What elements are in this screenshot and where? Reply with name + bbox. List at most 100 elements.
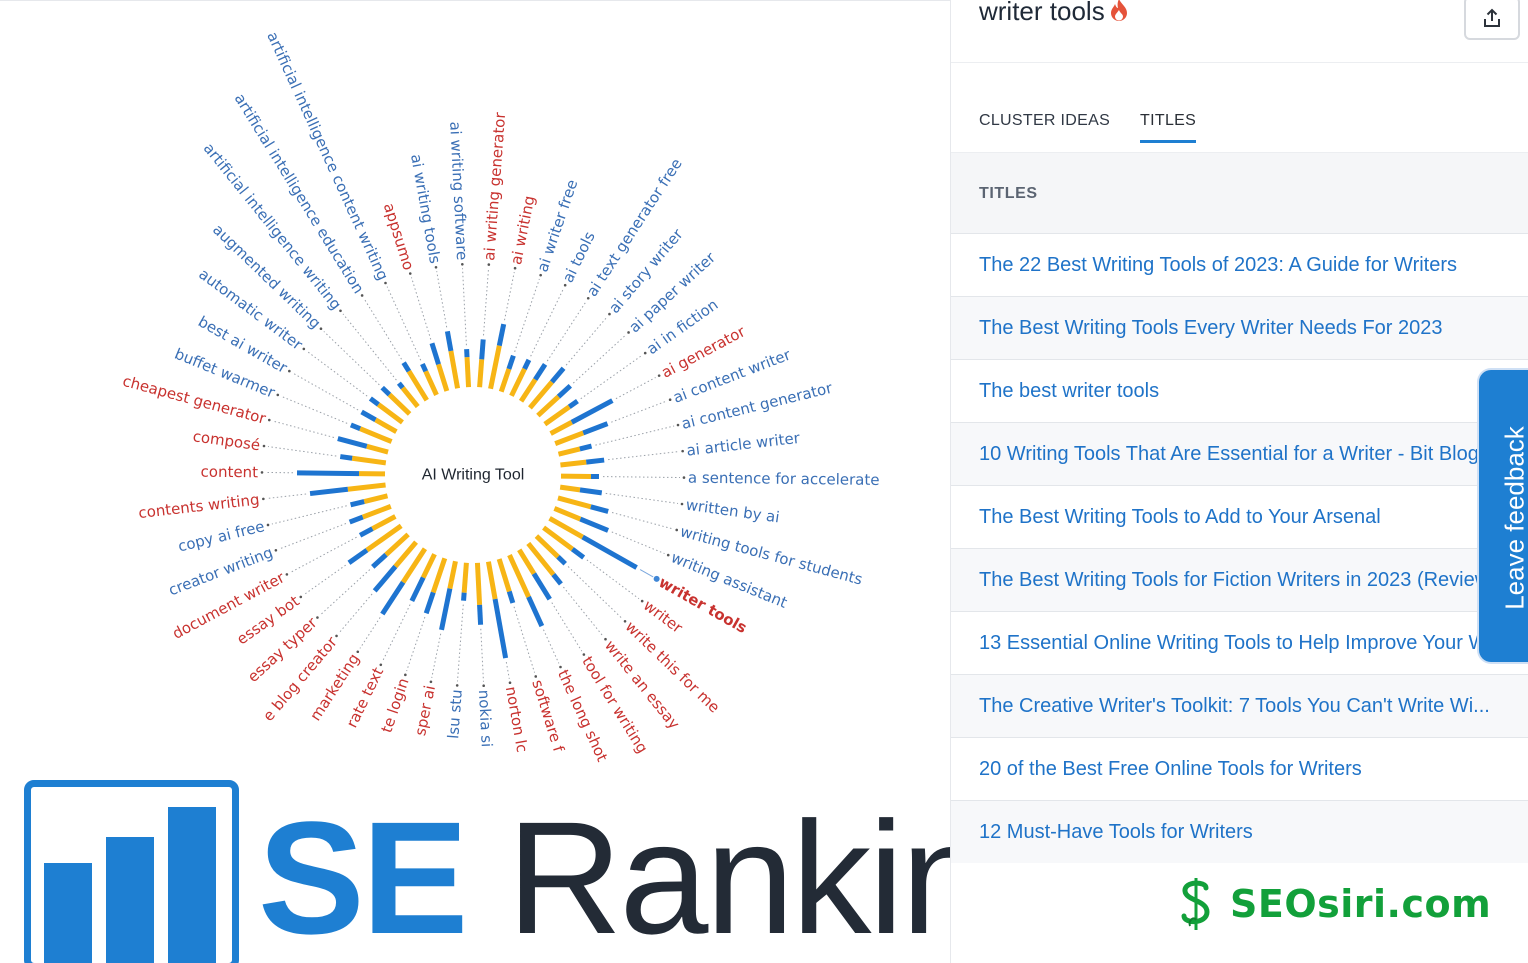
- keyword-bar-base: [517, 548, 537, 576]
- keyword-dot: [274, 548, 278, 552]
- title-row[interactable]: 10 Writing Tools That Are Essential for …: [951, 422, 1528, 485]
- keyword-label[interactable]: contents writing: [137, 490, 260, 522]
- share-button[interactable]: [1464, 0, 1520, 40]
- title-link[interactable]: 12 Must-Have Tools for Writers: [979, 821, 1253, 844]
- keyword-guide: [551, 602, 583, 652]
- leave-feedback-button[interactable]: Leave feedback: [1479, 370, 1528, 662]
- keyword-label[interactable]: content: [200, 463, 258, 482]
- keyword-bar-base: [488, 345, 502, 390]
- keyword-label[interactable]: a sentence for accelerate: [688, 469, 880, 489]
- keyword-dot: [487, 263, 491, 266]
- title-link[interactable]: The best writer tools: [979, 380, 1159, 403]
- keyword-label[interactable]: ai article writer: [686, 429, 802, 460]
- title-row[interactable]: 13 Essential Online Writing Tools to Hel…: [951, 611, 1528, 674]
- tab-titles[interactable]: TITLES: [1140, 112, 1197, 143]
- title-link[interactable]: The Creative Writer's Toolkit: 7 Tools Y…: [979, 695, 1490, 718]
- title-row[interactable]: 12 Must-Have Tools for Writers: [951, 800, 1528, 863]
- keyword-bar-volume: [590, 504, 609, 514]
- keyword-dot: [682, 476, 686, 479]
- keyword-dot: [288, 369, 291, 373]
- panel-title: writer tools: [979, 0, 1129, 29]
- keyword-guide: [602, 476, 680, 479]
- keyword-label[interactable]: ai writing: [507, 194, 539, 266]
- keyword-label[interactable]: sper ai: [411, 684, 439, 737]
- keyword-dot: [316, 616, 319, 619]
- keyword-bar-volume: [296, 470, 360, 477]
- keyword-bar-base: [448, 350, 461, 389]
- keyword-dot: [513, 266, 517, 270]
- keyword-bar-volume: [360, 409, 377, 423]
- keyword-radial-chart: writer toolswriterwrite this for mewrite…: [121, 29, 880, 765]
- keyword-bar-base: [464, 357, 472, 388]
- keyword-bar-volume: [556, 383, 573, 399]
- keyword-guide: [480, 628, 484, 682]
- se-ranking-logo: SE Ranking: [24, 780, 950, 963]
- keyword-bar-volume: [531, 572, 552, 601]
- keyword-label[interactable]: lsu stu: [444, 689, 466, 740]
- keyword-dot: [586, 296, 590, 300]
- seosiri-logo-icon: [1181, 878, 1210, 930]
- keyword-label[interactable]: written by ai: [685, 496, 781, 527]
- title-row[interactable]: The 22 Best Writing Tools of 2023: A Gui…: [951, 233, 1528, 296]
- keyword-dot: [675, 528, 679, 532]
- keyword-dot: [302, 347, 306, 351]
- keyword-bar-base: [363, 493, 389, 504]
- keyword-bar-volume: [409, 576, 426, 603]
- title-link[interactable]: The Best Writing Tools to Add to Your Ar…: [979, 506, 1381, 529]
- title-link[interactable]: The 22 Best Writing Tools of 2023: A Gui…: [979, 254, 1457, 277]
- keyword-bar-volume: [506, 590, 516, 604]
- title-link[interactable]: 13 Essential Online Writing Tools to Hel…: [979, 632, 1528, 655]
- keyword-label[interactable]: ai writing generator: [480, 111, 509, 261]
- keyword-dot: [680, 502, 684, 506]
- keyword-bar-base: [560, 459, 587, 468]
- keyword-guide: [611, 531, 665, 555]
- keyword-label[interactable]: nokia si: [475, 689, 496, 747]
- keyword-bar-volume: [567, 398, 579, 409]
- keyword-dot: [539, 273, 542, 277]
- keyword-label[interactable]: composé: [192, 427, 262, 454]
- keyword-guide: [290, 536, 357, 573]
- keyword-bar-volume: [533, 363, 548, 381]
- keyword-bar-volume: [570, 398, 614, 425]
- keyword-dot: [285, 573, 289, 576]
- keyword-bar-volume: [368, 396, 380, 407]
- title-link[interactable]: 20 of the Best Free Online Tools for Wri…: [979, 758, 1362, 781]
- titles-section-header: TITLES: [951, 153, 1528, 233]
- keyword-bar-volume: [477, 604, 484, 625]
- keyword-dot: [408, 272, 412, 275]
- keyword-bar-base: [549, 420, 573, 436]
- title-row[interactable]: The Creative Writer's Toolkit: 7 Tools Y…: [951, 674, 1528, 737]
- seosiri-watermark: SEOsiri.com: [1176, 876, 1491, 932]
- keyword-guide: [359, 617, 381, 649]
- title-link[interactable]: The Best Writing Tools Every Writer Need…: [979, 317, 1443, 340]
- keyword-bar-base: [477, 359, 485, 388]
- keyword-bar-volume: [371, 552, 388, 569]
- tab-cluster-ideas[interactable]: CLUSTER IDEAS: [979, 112, 1110, 143]
- keyword-bar-volume: [492, 598, 509, 659]
- keyword-label[interactable]: ai writing software: [446, 121, 471, 261]
- keyword-guide: [605, 492, 679, 504]
- keyword-guide: [267, 446, 337, 457]
- title-row[interactable]: The Best Writing Tools to Add to Your Ar…: [951, 485, 1528, 548]
- keyword-label[interactable]: norton lc: [502, 685, 531, 754]
- keyword-dot: [356, 650, 360, 654]
- title-row[interactable]: The best writer tools: [951, 359, 1528, 422]
- keyword-bar-volume: [401, 361, 412, 373]
- keyword-guide: [338, 593, 373, 634]
- title-row[interactable]: 20 of the Best Free Online Tools for Wri…: [951, 737, 1528, 800]
- keyword-label[interactable]: te login: [377, 676, 412, 735]
- title-row[interactable]: The Best Writing Tools Every Writer Need…: [951, 296, 1528, 359]
- title-row[interactable]: The Best Writing Tools for Fiction Write…: [951, 548, 1528, 611]
- keyword-dot: [559, 665, 562, 669]
- keyword-bar-base: [376, 402, 404, 425]
- title-link[interactable]: 10 Writing Tools That Are Essential for …: [979, 443, 1479, 466]
- keyword-bar-volume: [551, 573, 563, 586]
- keyword-bar-base: [559, 484, 581, 493]
- keyword-guide: [323, 331, 380, 386]
- keyword-dot: [429, 680, 433, 684]
- keyword-dot: [666, 553, 670, 557]
- keyword-guide: [611, 400, 667, 423]
- keyword-bar-volume: [348, 514, 364, 525]
- keyword-dot: [262, 497, 265, 501]
- title-link[interactable]: The Best Writing Tools for Fiction Write…: [979, 569, 1506, 592]
